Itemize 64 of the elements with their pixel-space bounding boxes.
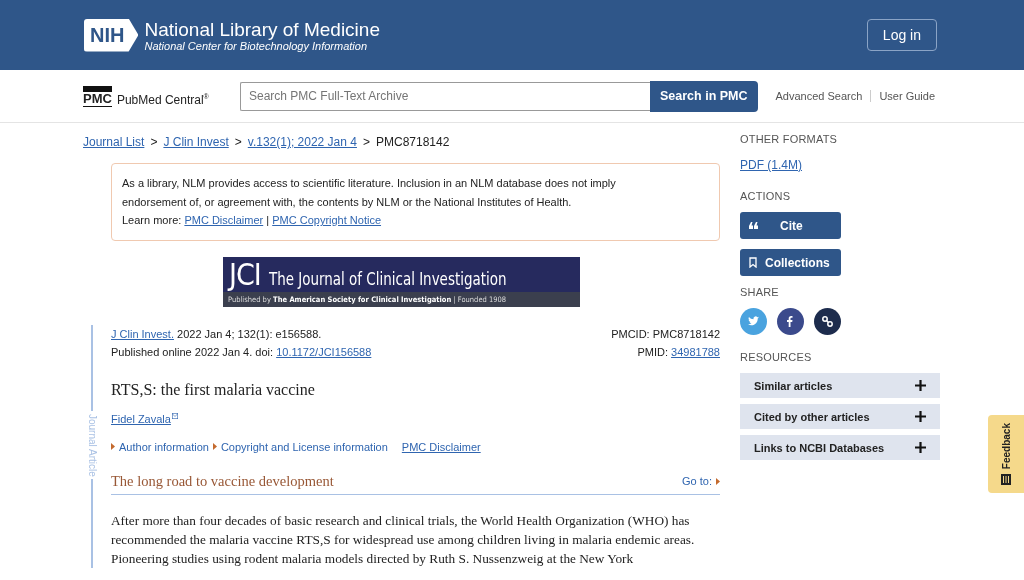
site-title: National Library of Medicine	[144, 18, 380, 40]
breadcrumb-separator: >	[362, 135, 370, 149]
share-button[interactable]	[814, 308, 841, 335]
journal-logo-mark: JCI	[229, 259, 261, 290]
search-field[interactable]: Search PMC Full-Text Archive	[240, 81, 650, 111]
published-text: Published online 2022 Jan 4. doi:	[111, 345, 274, 358]
breadcrumb-link[interactable]: v.132(1); 2022 Jan 4	[247, 135, 357, 149]
section-heading: The long road to vaccine development	[111, 472, 334, 490]
search-button[interactable]: Search in PMC	[650, 80, 758, 112]
breadcrumb-separator: >	[150, 135, 158, 149]
journal-link[interactable]: J Clin Invest.	[111, 327, 174, 340]
collections-button[interactable]: Collections	[740, 249, 841, 276]
resource-toggle[interactable]: Similar articles	[740, 373, 940, 398]
triangle-icon	[111, 443, 115, 450]
triangle-icon	[212, 443, 217, 450]
pmc-logo[interactable]: PMC	[83, 85, 112, 107]
plus-icon	[915, 380, 926, 391]
notice-link[interactable]: PMC Disclaimer	[184, 214, 264, 226]
breadcrumb-link[interactable]: Journal List	[83, 135, 145, 149]
header-link[interactable]: User Guide	[879, 90, 935, 102]
pmc-logo-text[interactable]: PubMed Central$^{®}$	[116, 92, 209, 107]
header-link[interactable]: Advanced Search	[775, 90, 863, 102]
section-label: OTHER FORMATS	[740, 133, 839, 145]
cite-button[interactable]: Cite	[740, 212, 841, 239]
pmid-link[interactable]: 34981788	[671, 345, 720, 358]
notice-text: As a library, NLM provides access to scientific literature. Inclusion in an NLM database does not imply endorsement of, or agreement with, the contents by NLM or the National Institutes of Health.	[122, 177, 616, 208]
resource-toggle[interactable]: Links to NCBI Databases	[740, 435, 940, 460]
envelope-icon[interactable]	[171, 412, 178, 419]
link-icon	[819, 313, 836, 330]
pmcid-text: PMCID: PMC8718142	[611, 326, 720, 342]
pdf-link[interactable]: PDF (1.4M)	[740, 158, 802, 172]
link-separator: |	[266, 214, 270, 226]
article-title: RTS,S: the first malaria vaccine	[111, 380, 316, 399]
bookmark-icon	[749, 257, 757, 268]
notice-link[interactable]: PMC Copyright Notice	[272, 214, 382, 226]
quote-icon	[749, 222, 758, 229]
breadcrumb-separator: >	[234, 135, 242, 149]
author-link[interactable]: Fidel Zavala	[111, 412, 171, 425]
disclaimer-link[interactable]: PMC Disclaimer	[401, 440, 481, 453]
section-label: RESOURCES	[740, 351, 813, 363]
article-type-label: Journal Article	[86, 410, 98, 480]
feedback-button[interactable]: Feedback	[988, 415, 1024, 493]
section-label: SHARE	[740, 286, 780, 298]
citation-text: 2022 Jan 4; 132(1): e156588.	[177, 327, 322, 340]
plus-icon	[915, 442, 926, 453]
expandable-link[interactable]: Author information	[111, 440, 209, 453]
pmid-label: PMID:	[637, 345, 668, 358]
goto-link[interactable]: Go to:	[682, 475, 720, 487]
section-label: ACTIONS	[740, 190, 792, 202]
share-button[interactable]	[777, 308, 804, 335]
article-paragraph: After more than four decades of basic research and clinical trials, the World Health Organization (WHO) has recommended the malaria vaccine RTS,S for widespread use among children living in malaria endemic areas. Pioneering studies using rodent malaria models directed by Ruth S. Nussenzweig at the New York	[111, 511, 696, 568]
plus-icon	[915, 411, 926, 422]
document-icon	[1001, 473, 1011, 485]
resource-toggle[interactable]: Cited by other articles	[740, 404, 940, 429]
learn-more-label: Learn more:	[122, 214, 182, 226]
breadcrumb-link[interactable]: J Clin Invest	[163, 135, 229, 149]
triangle-icon	[716, 477, 720, 485]
breadcrumb-current: PMC8718142	[375, 135, 450, 149]
login-button[interactable]: Log in	[866, 19, 937, 51]
doi-link[interactable]: 10.1172/JCI156588	[276, 345, 372, 358]
site-subtitle: National Center for Biotechnology Information	[144, 39, 369, 52]
expandable-link[interactable]: Copyright and License information	[212, 440, 388, 453]
journal-name: The Journal of Clinical Investigation	[268, 267, 507, 290]
nih-logo[interactable]: NIH	[84, 18, 139, 52]
